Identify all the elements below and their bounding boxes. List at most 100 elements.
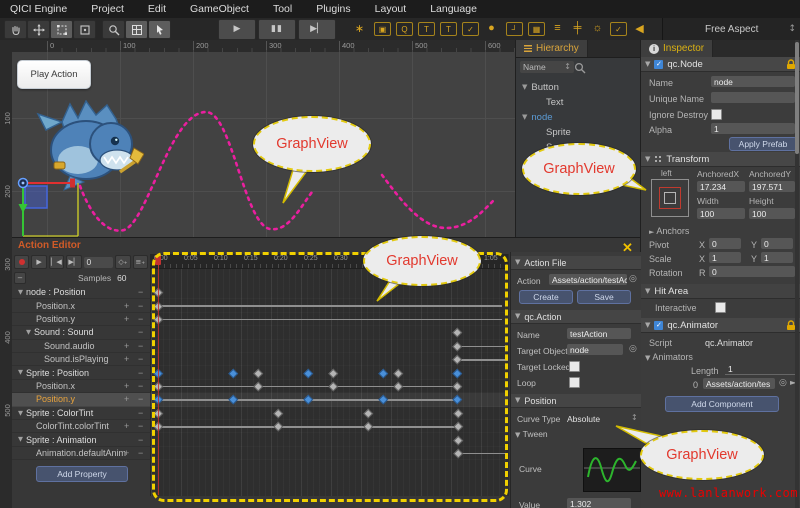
tab-hierarchy[interactable]: Hierarchy	[516, 40, 588, 57]
step-button[interactable]: ▶▏	[298, 19, 336, 40]
prev-key-button[interactable]: ▏◀	[49, 255, 64, 269]
width-field[interactable]: 100	[697, 208, 745, 219]
add-key-button[interactable]: +	[124, 314, 129, 324]
enabled-checkbox[interactable]: ✓	[654, 60, 663, 69]
action-file-field[interactable]: Assets/action/testActio	[549, 274, 627, 285]
menu-project[interactable]: Project	[91, 3, 124, 15]
remove-button[interactable]: −	[138, 287, 143, 297]
qc-animator-header[interactable]: ▼✓ qc.Animator	[641, 318, 800, 333]
record-button[interactable]	[14, 255, 29, 269]
remove-button[interactable]: −	[138, 301, 143, 311]
frame-field[interactable]: 0	[84, 257, 114, 268]
animators-expander[interactable]: ▼	[645, 354, 650, 362]
enabled-checkbox[interactable]: ✓	[654, 321, 663, 330]
remove-button[interactable]: −	[138, 341, 143, 351]
collapse-arrow-icon[interactable]: ▼	[26, 329, 31, 336]
property-label[interactable]: node : Position	[26, 287, 86, 297]
remove-button[interactable]: −	[138, 448, 143, 458]
next-key-button[interactable]: ▶▏	[66, 255, 81, 269]
action-property-row[interactable]: ▼Sprite : ColorTint−	[12, 407, 150, 420]
property-label[interactable]: Animation.defaultAnim	[36, 448, 126, 458]
interactive-checkbox[interactable]	[715, 302, 726, 313]
create-button[interactable]: Create	[519, 290, 573, 304]
anchor-preview[interactable]	[651, 179, 689, 217]
wheel-icon[interactable]: ☼	[590, 22, 605, 34]
corner-icon[interactable]: ┘	[506, 22, 523, 36]
remove-button[interactable]: −	[138, 421, 143, 431]
scale-y-field[interactable]: 1	[761, 252, 793, 263]
remove-button[interactable]: −	[138, 381, 143, 391]
play-button[interactable]: ▶	[31, 255, 46, 269]
loop-checkbox[interactable]	[569, 377, 580, 388]
zoom-tool-button[interactable]	[102, 20, 125, 39]
add-key-button[interactable]: +	[124, 394, 129, 404]
pivot-y-field[interactable]: 0	[761, 238, 793, 249]
value-field[interactable]: 1.302	[567, 498, 631, 508]
menu-language[interactable]: Language	[430, 3, 477, 15]
remove-button[interactable]: −	[138, 435, 143, 445]
search-icon[interactable]	[574, 62, 586, 74]
add-property-button[interactable]: Add Property	[36, 466, 128, 482]
action-property-row[interactable]: ▼Sprite : Position−	[12, 366, 150, 379]
collapse-arrow-icon[interactable]: ▼	[18, 436, 23, 443]
action-property-row[interactable]: ColorTint.colorTint+−	[12, 420, 150, 433]
property-label[interactable]: Sprite : Position	[26, 368, 89, 378]
property-label[interactable]: Position.y	[36, 314, 75, 324]
action-property-row[interactable]: Sound.audio +−	[12, 340, 150, 353]
property-label[interactable]: Position.y	[36, 394, 75, 404]
tween-expander[interactable]: ▼	[515, 431, 520, 439]
curve-preview[interactable]	[583, 448, 641, 492]
object-picker-icon[interactable]: ◎	[629, 345, 637, 354]
add-key-button[interactable]: +	[124, 381, 129, 391]
position-header[interactable]: ▼Position	[511, 394, 641, 408]
action-property-row[interactable]: ▼Sound : Sound−	[12, 326, 150, 339]
hand-tool-button[interactable]	[4, 20, 27, 39]
collapse-arrow-icon[interactable]: ▼	[18, 289, 23, 296]
curve-type-dropdown[interactable]: Absolute	[567, 414, 600, 424]
add-event-icon[interactable]: ≡₊	[133, 255, 148, 269]
add-key-button[interactable]: +	[124, 448, 129, 458]
remove-button[interactable]: −	[138, 368, 143, 378]
hierarchy-filter-dropdown[interactable]: Name ↕	[520, 61, 574, 73]
samples-value[interactable]: 60	[117, 273, 126, 283]
action-property-row[interactable]: Animation.defaultAnim+−	[12, 447, 150, 460]
tab-inspector[interactable]: i Inspector	[641, 40, 713, 57]
list-icon[interactable]: ≡	[550, 22, 565, 34]
object-picker-icon[interactable]: ◎	[779, 379, 787, 388]
add-key-button[interactable]: +	[124, 341, 129, 351]
length-field[interactable]: 1	[725, 364, 795, 375]
remove-button[interactable]: −	[138, 408, 143, 418]
add-component-button[interactable]: Add Component	[665, 396, 779, 412]
hit-area-header[interactable]: ▼Hit Area	[641, 284, 800, 299]
play-button[interactable]: ▶	[218, 19, 256, 40]
node-tree-icon[interactable]: ∗	[352, 22, 367, 34]
apply-prefab-button[interactable]: Apply Prefab	[729, 137, 797, 151]
property-label[interactable]: ColorTint.colorTint	[36, 421, 109, 431]
add-key-button[interactable]: +	[124, 354, 129, 364]
target-locked-checkbox[interactable]	[569, 361, 580, 372]
action-property-row[interactable]: Sound.isPlaying+−	[12, 353, 150, 366]
property-label[interactable]: Position.x	[36, 301, 75, 311]
move-tool-button[interactable]	[27, 20, 50, 39]
object-picker-icon[interactable]: ◎	[629, 275, 637, 284]
action-property-row[interactable]: Position.y +−	[12, 313, 150, 326]
menu-qici-engine[interactable]: QICI Engine	[10, 3, 67, 15]
sliders-icon[interactable]: ╪	[570, 22, 585, 34]
menu-plugins[interactable]: Plugins	[316, 3, 350, 15]
menu-gameobject[interactable]: GameObject	[190, 3, 249, 15]
unique-name-field[interactable]	[711, 92, 795, 103]
remove-button[interactable]: −	[138, 354, 143, 364]
frame-icon[interactable]: ▣	[374, 22, 391, 36]
action-file-header[interactable]: ▼Action File	[511, 256, 641, 270]
add-keyframe-icon[interactable]: ◇₊	[115, 255, 130, 269]
pause-button[interactable]: ▮▮	[258, 19, 296, 40]
property-label[interactable]: Sound.audio	[44, 341, 95, 351]
remove-button[interactable]: −	[138, 327, 143, 337]
action-name-field[interactable]: testAction	[567, 328, 631, 339]
collapse-arrow-icon[interactable]: ▼	[18, 410, 23, 417]
remove-button[interactable]: −	[138, 314, 143, 324]
menu-edit[interactable]: Edit	[148, 3, 166, 15]
action-property-row[interactable]: Position.y+−	[12, 393, 150, 406]
add-key-button[interactable]: +	[124, 301, 129, 311]
checkbox-icon[interactable]: ✓	[610, 22, 627, 36]
